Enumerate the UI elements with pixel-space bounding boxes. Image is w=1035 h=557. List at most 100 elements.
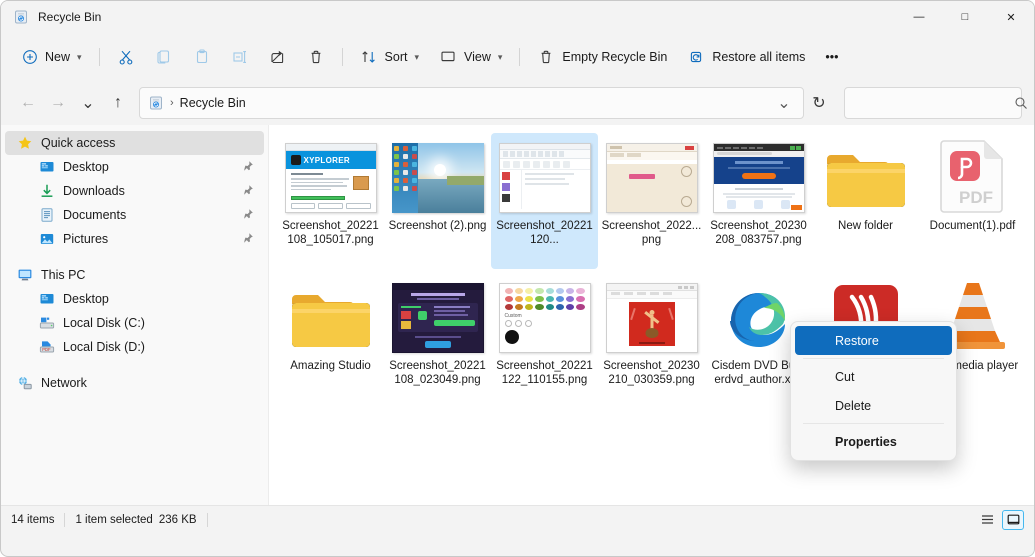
empty-recycle-bin-label: Empty Recycle Bin	[562, 50, 667, 64]
pin-icon[interactable]	[242, 160, 254, 175]
status-bar: 14 items 1 item selected 236 KB	[1, 505, 1034, 533]
search-box[interactable]	[844, 87, 1022, 119]
address-dropdown-button[interactable]: ⌄	[771, 90, 797, 116]
main-body: Quick access Desktop Downloads Documents Pic…	[1, 125, 1034, 505]
file-list-view[interactable]: XYPLORER Screenshot_20221108_105017.png	[269, 125, 1034, 505]
rename-button[interactable]	[222, 41, 258, 73]
pictures-icon	[39, 231, 55, 247]
restore-icon	[687, 48, 705, 66]
file-item[interactable]: PDFDocument(1).pdf	[919, 133, 1026, 269]
drive-pdf-icon: PDF	[39, 339, 55, 355]
view-button[interactable]: View ▾	[430, 41, 511, 73]
breadcrumb[interactable]: Recycle Bin	[180, 96, 246, 110]
pin-icon[interactable]	[242, 208, 254, 223]
drive-icon	[39, 315, 55, 331]
minimize-button[interactable]: —	[896, 1, 942, 33]
close-button[interactable]: ✕	[988, 1, 1034, 33]
file-item[interactable]: Amazing Studio	[277, 273, 384, 409]
new-button[interactable]: New ▾	[13, 41, 91, 73]
more-options-button[interactable]: •••	[816, 41, 847, 73]
copy-icon	[155, 48, 173, 66]
copy-button[interactable]	[146, 41, 182, 73]
sidebar-item-label: Local Disk (C:)	[63, 316, 145, 330]
sidebar-item-desktop[interactable]: Desktop	[5, 287, 264, 311]
file-item[interactable]: New folder	[812, 133, 919, 269]
sidebar-item-pictures[interactable]: Pictures	[5, 227, 264, 251]
context-menu-item-restore[interactable]: Restore	[795, 326, 952, 355]
sidebar-item-label: This PC	[41, 268, 85, 282]
sidebar-item-label: Local Disk (D:)	[63, 340, 145, 354]
file-item[interactable]: Screenshot_2022...png	[598, 133, 705, 269]
cut-button[interactable]	[108, 41, 144, 73]
desktop-icon	[39, 159, 55, 175]
delete-button[interactable]	[298, 41, 334, 73]
sort-button[interactable]: Sort ▾	[351, 41, 428, 73]
window-controls: — □ ✕	[896, 1, 1034, 33]
up-button[interactable]: ↑	[103, 88, 133, 118]
item-count-label: 14 items	[11, 514, 54, 526]
file-name-label: Document(1).pdf	[923, 219, 1023, 233]
sidebar-item-documents[interactable]: Documents	[5, 203, 264, 227]
sidebar-item-this-pc[interactable]: This PC	[5, 263, 264, 287]
paste-button[interactable]	[184, 41, 220, 73]
context-menu-separator	[803, 423, 944, 424]
sidebar-item-downloads[interactable]: Downloads	[5, 179, 264, 203]
file-item[interactable]: Custom Screenshot_20221122_110155.png	[491, 273, 598, 409]
context-menu-item-delete[interactable]: Delete	[795, 391, 952, 420]
file-item[interactable]: Screenshot (2).png	[384, 133, 491, 269]
sidebar-item-network[interactable]: Network	[5, 371, 264, 395]
search-input[interactable]	[853, 96, 1014, 110]
toolbar-divider	[99, 48, 100, 66]
forward-button[interactable]: →	[43, 88, 73, 118]
list-view-icon[interactable]	[976, 510, 998, 530]
pin-icon[interactable]	[242, 232, 254, 247]
desktop-icon	[39, 291, 55, 307]
file-name-label: Screenshot (2).png	[388, 219, 488, 233]
address-bar[interactable]: › Recycle Bin ⌄	[139, 87, 804, 119]
network-icon	[17, 375, 33, 391]
file-item[interactable]: Screenshot_20230208_083757.png	[705, 133, 812, 269]
sort-icon	[360, 48, 378, 66]
refresh-button[interactable]: ↻	[804, 88, 834, 118]
back-button[interactable]: ←	[13, 88, 43, 118]
view-icon	[439, 48, 457, 66]
file-name-label: Screenshot_20221108_023049.png	[388, 359, 488, 387]
sidebar-item-quick-access[interactable]: Quick access	[5, 131, 264, 155]
sidebar-item-label: Desktop	[63, 160, 109, 174]
file-item[interactable]: Screenshot_20221108_023049.png	[384, 273, 491, 409]
file-item[interactable]: Screenshot_20230210_030359.png	[598, 273, 705, 409]
maximize-button[interactable]: □	[942, 1, 988, 33]
thumb-palette-thumbnail: Custom	[497, 279, 593, 353]
command-bar: New ▾	[1, 33, 1034, 81]
breadcrumb-separator: ›	[170, 97, 174, 109]
empty-recycle-bin-button[interactable]: Empty Recycle Bin	[528, 41, 676, 73]
sidebar-item-local-disk-d[interactable]: PDF Local Disk (D:)	[5, 335, 264, 359]
sidebar-item-desktop[interactable]: Desktop	[5, 155, 264, 179]
context-menu-item-properties[interactable]: Properties	[795, 427, 952, 456]
title-bar: Recycle Bin — □ ✕	[1, 1, 1034, 33]
file-item[interactable]: XYPLORER Screenshot_20221108_105017.png	[277, 133, 384, 269]
sidebar-item-local-disk-c[interactable]: Local Disk (C:)	[5, 311, 264, 335]
svg-text:PDF: PDF	[42, 347, 51, 352]
restore-all-items-button[interactable]: Restore all items	[678, 41, 814, 73]
view-button-label: View	[464, 50, 491, 64]
this-pc-icon	[17, 267, 33, 283]
restore-all-items-label: Restore all items	[712, 50, 805, 64]
address-bar-actions: ⌄	[771, 90, 797, 116]
plus-circle-icon	[22, 49, 38, 65]
pin-icon[interactable]	[242, 184, 254, 199]
file-item[interactable]: Screenshot_20221120...	[491, 133, 598, 269]
recent-locations-button[interactable]: ⌄	[73, 88, 103, 118]
selection-label: 1 item selected	[75, 514, 152, 526]
recycle-bin-icon	[13, 9, 29, 25]
documents-icon	[39, 207, 55, 223]
nav-group-gap	[1, 251, 268, 263]
context-menu-item-cut[interactable]: Cut	[795, 362, 952, 391]
toolbar-divider-3	[519, 48, 520, 66]
explorer-window: Recycle Bin — □ ✕ New ▾	[0, 0, 1035, 557]
large-icons-view-icon[interactable]	[1002, 510, 1024, 530]
share-button[interactable]	[260, 41, 296, 73]
sidebar-item-label: Documents	[63, 208, 126, 222]
file-name-label: Amazing Studio	[281, 359, 381, 373]
folder-thumbnail	[818, 139, 914, 213]
